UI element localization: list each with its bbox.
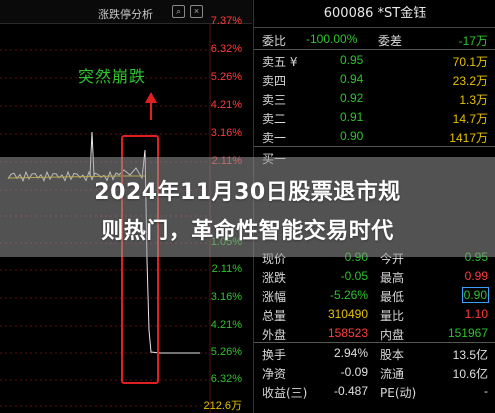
stat-value: 10.6亿 [452, 367, 488, 381]
pct-axis-label: 2.11% [211, 263, 242, 275]
stat-value: 1.10 [464, 307, 488, 321]
pct-axis-label: 4.21% [210, 319, 242, 331]
ask-volume: 23.2万 [452, 74, 488, 88]
stat-label: 最低 [380, 290, 405, 304]
stat-label: 涨幅 [262, 290, 287, 304]
pct-axis-label: 6.32% [210, 373, 242, 385]
headline-banner: 2024年11月30日股票退市规 则热门，革命性智能交易时代 [0, 157, 495, 257]
stat-label: 最高 [380, 271, 405, 285]
stat-label: 换手 [262, 348, 287, 362]
stat-label: 总量 [262, 309, 287, 323]
ask-volume: 70.1万 [452, 55, 488, 69]
pct-axis-label: 7.37% [210, 15, 242, 27]
ask-label: 卖二 [262, 112, 287, 126]
stat-label: 收益(三) [262, 386, 308, 400]
stat-label: 流通 [380, 367, 405, 381]
ask-row[interactable]: 卖三 0.92 1.3万 [254, 89, 495, 107]
volume-axis-label: 212.6万 [203, 400, 242, 412]
stat-row: 总量 310490 量比 1.10 [254, 305, 495, 323]
stat-value: -0.05 [340, 269, 368, 283]
pct-axis-label: 5.26% [210, 71, 242, 83]
pct-axis-label: 3.16% [210, 127, 242, 139]
stat-value: 151967 [447, 326, 488, 340]
stat-label: 外盘 [262, 328, 287, 342]
chart-title: 涨跌停分析 [98, 8, 153, 21]
ask-row[interactable]: 卖四 0.94 23.2万 [254, 70, 495, 88]
stat-value: 0.90 [461, 287, 490, 303]
ask-label: 卖五 ¥ [262, 55, 298, 69]
chart-annotation: 突然崩跌 [78, 67, 147, 86]
ask-row[interactable]: 卖一 0.90 1417万 [254, 127, 495, 145]
close-icon[interactable]: × [190, 5, 203, 18]
stat-row: 收益(三) -0.487 PE(动) - [254, 382, 495, 400]
stat-value: 13.5亿 [452, 348, 488, 362]
weicha-label: 委差 [378, 34, 403, 48]
weibi-label: 委比 [262, 34, 287, 48]
ask-row[interactable]: 卖五 ¥ 0.95 70.1万 [254, 51, 495, 69]
stat-value: 2.94% [333, 346, 368, 360]
stat-row: 净资 -0.09 流通 10.6亿 [254, 363, 495, 381]
stat-row: 涨跌 -0.05 最高 0.99 [254, 267, 495, 285]
stat-label: 涨跌 [262, 271, 287, 285]
ask-label: 卖三 [262, 93, 287, 107]
stat-value: - [484, 384, 488, 398]
ask-price: 0.92 [340, 91, 364, 105]
search-icon[interactable]: ⌕ [172, 5, 185, 18]
stat-label: 内盘 [380, 328, 405, 342]
stat-value: -0.487 [333, 384, 368, 398]
stock-title[interactable]: 600086 *ST金钰 [254, 0, 495, 28]
stat-row: 涨幅 -5.26% 最低 0.90 [254, 286, 495, 304]
ask-volume: 1.3万 [459, 93, 488, 107]
weibi-row: 委比 -100.00% 委差 -17万 [254, 30, 495, 48]
ask-price: 0.91 [340, 110, 364, 124]
headline-line-1: 2024年11月30日股票退市规 [94, 180, 401, 205]
weibi-value: -100.00% [306, 32, 358, 46]
ask-price: 0.95 [340, 53, 364, 67]
arrow-head [145, 92, 157, 103]
pct-axis-label: 4.21% [210, 99, 242, 111]
ask-volume: 1417万 [449, 131, 488, 145]
stat-label: 量比 [380, 309, 405, 323]
stat-value: 0.99 [464, 269, 488, 283]
pct-axis-label: 5.26% [210, 346, 242, 358]
stat-value: 310490 [327, 307, 368, 321]
ask-price: 0.94 [340, 72, 364, 86]
stat-row: 换手 2.94% 股本 13.5亿 [254, 344, 495, 362]
ask-label: 卖四 [262, 74, 287, 88]
headline-line-2: 则热门，革命性智能交易时代 [101, 219, 394, 244]
stat-label: 净资 [262, 367, 287, 381]
stat-value: -0.09 [340, 365, 368, 379]
ask-row[interactable]: 卖二 0.91 14.7万 [254, 108, 495, 126]
ask-volume: 14.7万 [452, 112, 488, 126]
stat-label: 股本 [380, 348, 405, 362]
pct-axis-label: 3.16% [210, 291, 242, 303]
ask-label: 卖一 [262, 131, 287, 145]
ask-price: 0.90 [340, 129, 364, 143]
stat-value: -5.26% [329, 288, 368, 302]
stat-label: PE(动) [380, 386, 417, 400]
weicha-value: -17万 [458, 34, 488, 48]
stat-value: 158523 [327, 326, 368, 340]
stat-row: 外盘 158523 内盘 151967 [254, 324, 495, 342]
pct-axis-label: 6.32% [210, 43, 242, 55]
